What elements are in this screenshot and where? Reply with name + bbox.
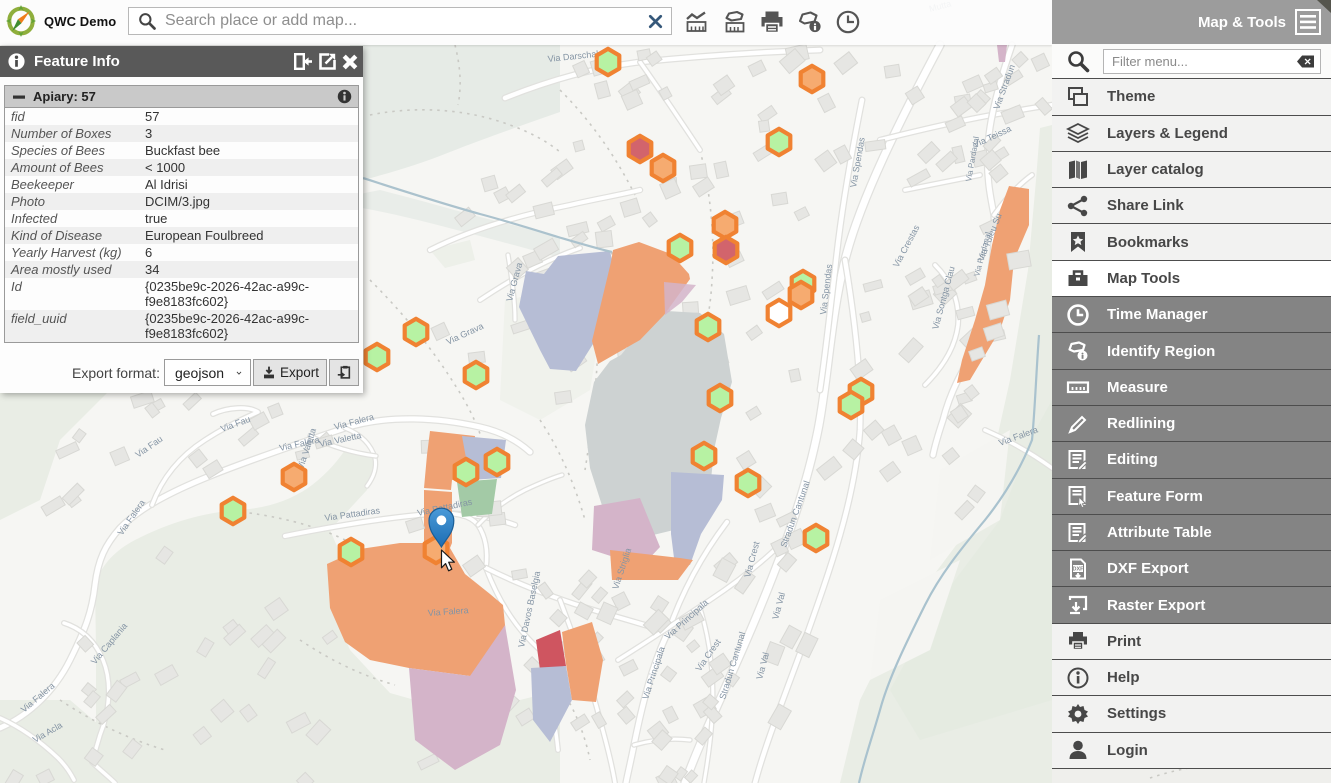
svg-text:DXF: DXF [1073,566,1085,572]
